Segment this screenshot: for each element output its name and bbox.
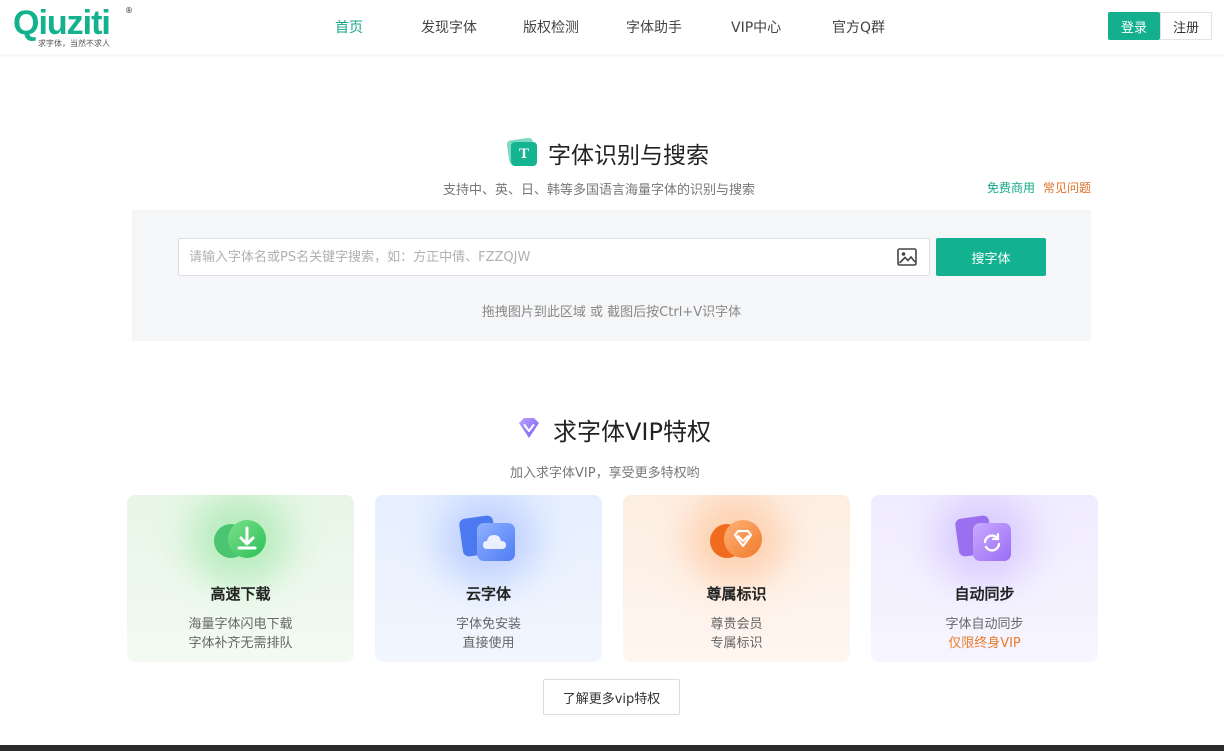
top-header: Qiuziti ® 求字体，当然不求人 首页 发现字体 版权检测 字体助手 VI… bbox=[0, 0, 1224, 54]
vip-card-cloud-font[interactable]: 云字体 字体免安装 直接使用 bbox=[375, 495, 602, 662]
recognition-title: 字体识别与搜索 bbox=[548, 143, 709, 169]
nav-item-vip-center[interactable]: VIP中心 bbox=[731, 17, 781, 37]
learn-more-vip-button[interactable]: 了解更多vip特权 bbox=[543, 679, 680, 715]
card-title: 高速下载 bbox=[210, 585, 271, 603]
card-desc-line1: 字体自动同步 bbox=[945, 617, 1024, 632]
nav-item-qq-group[interactable]: 官方Q群 bbox=[832, 17, 885, 37]
site-logo[interactable]: Qiuziti ® 求字体，当然不求人 bbox=[13, 4, 135, 50]
nav-item-discover[interactable]: 发现字体 bbox=[421, 17, 477, 37]
font-t-icon: T bbox=[506, 137, 538, 167]
drag-drop-hint: 拖拽图片到此区域 或 截图后按Ctrl+V识字体 bbox=[481, 305, 742, 320]
card-title: 尊属标识 bbox=[706, 585, 767, 603]
logo-slogan: 求字体，当然不求人 bbox=[38, 39, 110, 48]
card-title: 自动同步 bbox=[954, 585, 1015, 603]
download-icon bbox=[214, 520, 266, 558]
login-button[interactable]: 登录 bbox=[1108, 12, 1160, 40]
card-desc-line2: 字体补齐无需排队 bbox=[188, 636, 293, 651]
card-desc-line2: 直接使用 bbox=[462, 636, 515, 651]
vip-subtitle: 加入求字体VIP，享受更多特权哟 bbox=[510, 466, 700, 481]
card-desc-line1: 海量字体闪电下载 bbox=[188, 617, 293, 632]
logo-wordmark: Qiuziti bbox=[13, 4, 111, 42]
vip-card-fast-download[interactable]: 高速下载 海量字体闪电下载 字体补齐无需排队 bbox=[127, 495, 354, 662]
vip-card-auto-sync[interactable]: 自动同步 字体自动同步 仅限终身VIP bbox=[871, 495, 1098, 662]
faq-link[interactable]: 常见问题 bbox=[1043, 179, 1091, 196]
register-button[interactable]: 注册 bbox=[1160, 12, 1212, 40]
nav-item-home[interactable]: 首页 bbox=[335, 17, 363, 37]
recognition-heading: T 字体识别与搜索 bbox=[506, 137, 709, 169]
font-search-input[interactable] bbox=[179, 239, 889, 275]
nav-item-font-assistant[interactable]: 字体助手 bbox=[626, 17, 682, 37]
search-drop-zone[interactable]: 搜字体 拖拽图片到此区域 或 截图后按Ctrl+V识字体 bbox=[132, 210, 1091, 341]
card-desc-line1: 尊贵会员 bbox=[710, 617, 763, 632]
gem-badge-icon bbox=[710, 520, 762, 558]
image-upload-icon[interactable] bbox=[897, 248, 917, 266]
nav-item-copyright-check[interactable]: 版权检测 bbox=[523, 17, 579, 37]
vip-diamond-icon bbox=[519, 418, 539, 438]
footer-edge bbox=[0, 745, 1224, 751]
sync-icon bbox=[955, 515, 1011, 561]
cloud-icon bbox=[459, 515, 515, 561]
card-desc-line2: 专属标识 bbox=[710, 636, 763, 651]
search-font-button[interactable]: 搜字体 bbox=[936, 238, 1046, 276]
vip-heading: 求字体VIP特权 bbox=[515, 413, 711, 446]
vip-title: 求字体VIP特权 bbox=[553, 417, 711, 446]
recognition-subtitle: 支持中、英、日、韩等多国语言海量字体的识别与搜索 bbox=[443, 183, 756, 198]
search-box bbox=[178, 238, 930, 276]
card-desc-line1: 字体免安装 bbox=[455, 617, 521, 632]
logo-registered-mark: ® bbox=[125, 6, 133, 15]
free-commercial-link[interactable]: 免费商用 bbox=[987, 179, 1035, 196]
vip-card-exclusive-badge[interactable]: 尊属标识 尊贵会员 专属标识 bbox=[623, 495, 850, 662]
card-title: 云字体 bbox=[465, 585, 511, 603]
card-desc-line2-highlight: 仅限终身VIP bbox=[948, 636, 1021, 651]
